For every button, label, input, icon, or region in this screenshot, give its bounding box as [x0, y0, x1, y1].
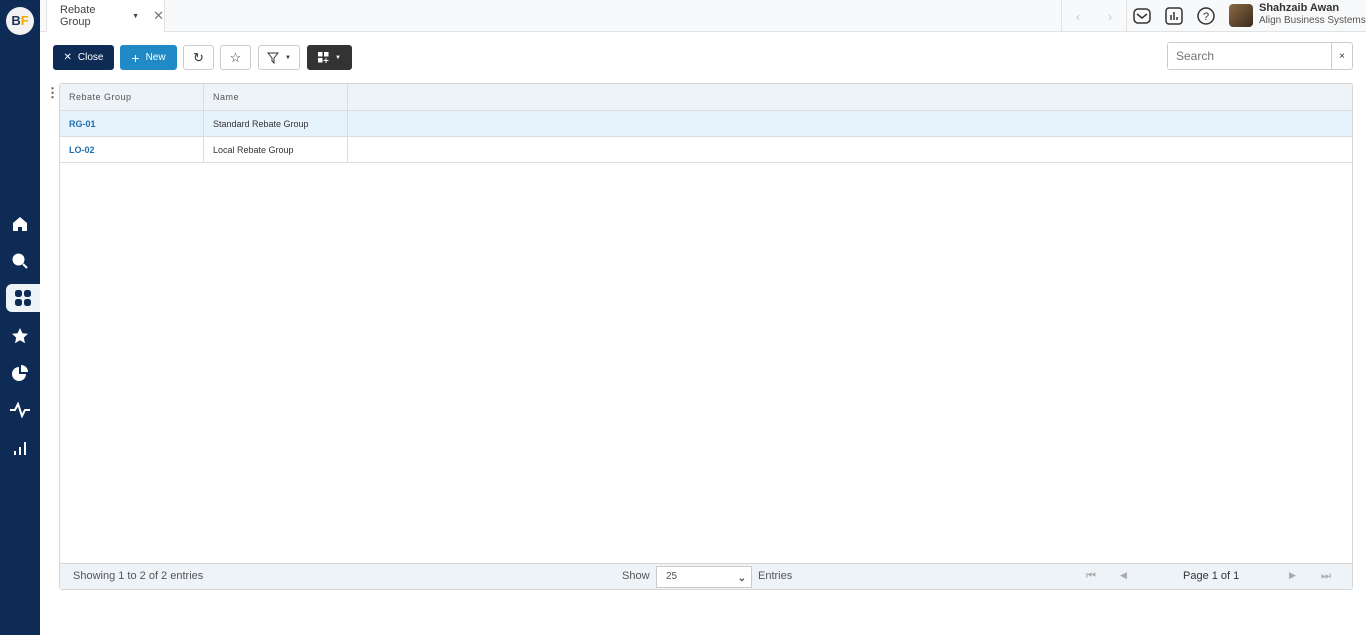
- user-name[interactable]: Shahzaib Awan: [1259, 2, 1339, 14]
- grid-add-icon: [318, 52, 329, 63]
- mail-icon[interactable]: [1133, 7, 1151, 25]
- pie-chart-icon[interactable]: [0, 359, 40, 387]
- caret-down-icon: ▼: [335, 54, 341, 61]
- tab-label: Rebate Group: [60, 4, 96, 28]
- sidebar: BF: [0, 0, 40, 635]
- last-page-icon[interactable]: ⏭: [1321, 570, 1331, 583]
- user-company: Align Business Systems: [1259, 15, 1366, 26]
- new-label: New: [145, 52, 166, 63]
- close-icon: ✕: [63, 52, 72, 63]
- rebate-group-name: Standard Rebate Group: [204, 111, 348, 136]
- new-button[interactable]: + New: [120, 45, 177, 70]
- page-size-select[interactable]: 25 ⌄: [656, 566, 752, 588]
- clear-search-button[interactable]: ×: [1331, 43, 1352, 69]
- close-label: Close: [77, 52, 104, 63]
- plus-icon: +: [131, 49, 140, 66]
- report-icon[interactable]: [1165, 7, 1183, 25]
- search-box: ×: [1167, 42, 1353, 70]
- data-grid: Rebate Group Name RG-01 Standard Rebate …: [59, 83, 1353, 590]
- rebate-group-code[interactable]: LO-02: [60, 137, 204, 162]
- chevron-right-icon[interactable]: ›: [1108, 9, 1112, 24]
- caret-down-icon: ▼: [285, 54, 291, 61]
- refresh-icon: ↻: [193, 49, 204, 65]
- close-tab-icon[interactable]: ✕: [153, 8, 164, 24]
- help-icon[interactable]: ?: [1197, 7, 1215, 25]
- star-icon[interactable]: [0, 322, 40, 350]
- table-row[interactable]: RG-01 Standard Rebate Group: [60, 111, 1352, 137]
- favorite-button[interactable]: ☆: [220, 45, 251, 70]
- layout-button[interactable]: ▼: [307, 45, 352, 70]
- home-icon[interactable]: [0, 210, 40, 238]
- search-input[interactable]: [1168, 43, 1331, 69]
- column-header-name[interactable]: Name: [204, 84, 348, 110]
- star-outline-icon: ☆: [229, 49, 242, 65]
- entries-label: Entries: [758, 570, 793, 582]
- avatar[interactable]: [1229, 4, 1253, 27]
- table-row[interactable]: LO-02 Local Rebate Group: [60, 137, 1352, 163]
- close-button[interactable]: ✕ Close: [53, 45, 114, 70]
- prev-page-icon[interactable]: ◀: [1120, 570, 1127, 581]
- refresh-button[interactable]: ↻: [183, 45, 214, 70]
- entries-summary: Showing 1 to 2 of 2 entries: [73, 570, 204, 582]
- first-page-icon[interactable]: ⏮: [1086, 570, 1096, 583]
- show-label: Show: [622, 570, 650, 582]
- grid-footer: Showing 1 to 2 of 2 entries Show 25 ⌄ Ent…: [60, 563, 1352, 589]
- tab-rebate-group[interactable]: Rebate Group ▼ ✕: [46, 0, 165, 32]
- topbar: Rebate Group ▼ ✕ ‹ › ? Shahzaib Awan Align …: [40, 0, 1366, 32]
- filter-icon: [267, 52, 280, 64]
- next-page-icon[interactable]: ▶: [1289, 570, 1296, 581]
- column-header-rebate-group[interactable]: Rebate Group: [60, 84, 204, 110]
- activity-icon[interactable]: [0, 396, 40, 424]
- chevron-left-icon[interactable]: ‹: [1076, 9, 1080, 24]
- chevron-down-icon: ⌄: [737, 573, 746, 584]
- apps-icon[interactable]: [6, 284, 40, 312]
- table-header: Rebate Group Name: [60, 84, 1352, 111]
- logo[interactable]: BF: [6, 7, 34, 35]
- filter-button[interactable]: ▼: [258, 45, 300, 70]
- page-size-value: 25: [666, 571, 678, 582]
- search-icon[interactable]: [0, 247, 40, 275]
- caret-down-icon[interactable]: ▼: [132, 13, 139, 20]
- rebate-group-name: Local Rebate Group: [204, 137, 348, 162]
- bar-chart-icon[interactable]: [0, 434, 40, 462]
- rebate-group-code[interactable]: RG-01: [60, 111, 204, 136]
- svg-text:?: ?: [1203, 11, 1209, 23]
- page-indicator: Page 1 of 1: [1183, 570, 1240, 582]
- column-menu-icon[interactable]: ⋮: [46, 86, 59, 99]
